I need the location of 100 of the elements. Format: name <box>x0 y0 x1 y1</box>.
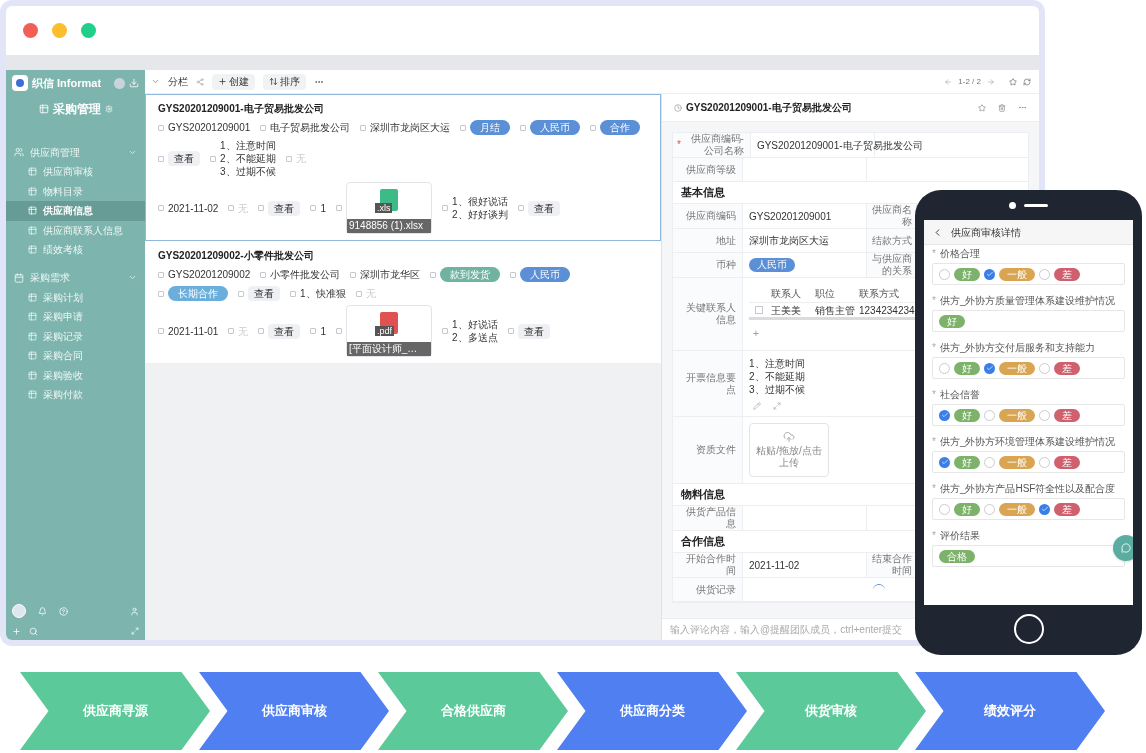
module-icon <box>38 104 49 114</box>
menu-item[interactable]: 供应商联系人信息 <box>6 220 145 240</box>
rating-tag: 一般 <box>999 455 1035 469</box>
menu-item[interactable]: 供应商信息 <box>6 201 145 221</box>
toolbar-button[interactable]: 创建 <box>212 73 255 90</box>
menu-item[interactable]: 采购记录 <box>6 326 145 346</box>
menu-item[interactable]: 采购计划 <box>6 287 145 307</box>
field-icon <box>158 328 164 334</box>
answer-box[interactable]: 好 一般 差 <box>932 263 1125 285</box>
menu-item[interactable]: 绩效考核 <box>6 240 145 260</box>
row-checkbox[interactable] <box>755 306 763 314</box>
view-button[interactable]: 查看 <box>168 151 200 166</box>
file-name: 9148856 (1).xlsx <box>347 219 431 233</box>
star-icon[interactable] <box>1009 77 1017 86</box>
menu-item[interactable]: 采购申请 <box>6 307 145 327</box>
view-button[interactable]: 查看 <box>268 323 301 339</box>
expand-icon[interactable] <box>131 627 139 635</box>
file-thumbnail[interactable]: .pdf [平面设计师_… <box>346 305 432 357</box>
form-label: 供货记录 <box>673 578 743 601</box>
radio-button[interactable] <box>984 409 995 421</box>
menu-item[interactable]: 物料目录 <box>6 181 145 201</box>
field-icon <box>285 155 292 162</box>
radio-button[interactable] <box>939 456 950 468</box>
file-name: [平面设计师_… <box>347 342 431 356</box>
form-label: 开始合作时间 <box>673 553 743 577</box>
status-tag: 款到发货 <box>440 267 501 282</box>
help-icon[interactable] <box>59 606 68 616</box>
user-icon[interactable] <box>130 606 139 616</box>
search-icon[interactable] <box>29 626 38 636</box>
radio-button[interactable] <box>939 362 950 374</box>
add-icon[interactable] <box>12 626 21 636</box>
view-button[interactable]: 查看 <box>248 286 280 301</box>
refresh-icon[interactable] <box>1023 77 1031 86</box>
upload-hint: 粘贴/拖放/点击上传 <box>755 445 823 469</box>
toolbar-button[interactable]: 排序 <box>263 73 306 90</box>
calendar-icon <box>14 272 24 283</box>
arrow-right-icon[interactable] <box>987 77 995 86</box>
radio-button[interactable] <box>984 362 995 374</box>
edit-icon[interactable] <box>753 402 761 410</box>
radio-button[interactable] <box>984 456 995 468</box>
currency-tag: 人民币 <box>749 258 795 272</box>
expand-icon[interactable] <box>773 402 781 410</box>
menu-item[interactable]: 采购付款 <box>6 385 145 405</box>
answer-box[interactable]: 好 一般 差 <box>932 404 1125 426</box>
field-icon <box>336 205 342 211</box>
menu-group[interactable]: 采购需求 <box>6 267 145 288</box>
trash-icon[interactable] <box>998 103 1006 112</box>
avatar-icon[interactable] <box>114 77 125 89</box>
view-label[interactable]: 分栏 <box>168 74 188 89</box>
answer-box[interactable]: 好 一般 差 <box>932 451 1125 473</box>
radio-button[interactable] <box>939 503 950 515</box>
radio-button[interactable] <box>1039 409 1050 421</box>
radio-button[interactable] <box>1039 456 1050 468</box>
home-button[interactable] <box>1013 614 1044 644</box>
menu-item[interactable]: 供应商审核 <box>6 162 145 182</box>
maximize-button[interactable] <box>81 23 96 38</box>
chevron-down-icon[interactable] <box>151 77 160 86</box>
notes-text: 1、注意时间 2、不能延期 3、过期不候 <box>749 357 805 396</box>
radio-button[interactable] <box>939 409 950 421</box>
answer-box[interactable]: 好 一般 差 <box>932 498 1125 520</box>
required-mark: * <box>932 294 936 308</box>
view-button[interactable]: 查看 <box>527 200 560 216</box>
bell-icon[interactable] <box>38 606 47 616</box>
share-icon[interactable] <box>196 77 204 86</box>
radio-button[interactable] <box>1039 503 1050 515</box>
menu-item[interactable]: 采购验收 <box>6 365 145 385</box>
user-avatar[interactable] <box>12 604 26 618</box>
radio-button[interactable] <box>939 268 950 280</box>
field-icon <box>460 124 467 131</box>
table-cell-text: 1234234234 <box>859 303 915 318</box>
answer-box[interactable]: 好 一般 差 <box>932 357 1125 379</box>
check-icon <box>940 411 949 419</box>
menu-item[interactable]: 采购合同 <box>6 346 145 366</box>
file-extension: .xls <box>375 203 393 213</box>
form-label: 结束合作时间 <box>867 553 917 577</box>
form-value: GYS20201209001 <box>749 209 832 224</box>
download-icon[interactable] <box>129 78 139 88</box>
more-icon[interactable] <box>1018 103 1027 112</box>
chat-button[interactable] <box>1113 535 1133 561</box>
view-button[interactable]: 查看 <box>268 200 301 216</box>
rating-tag: 一般 <box>999 408 1035 422</box>
table-icon <box>28 331 37 341</box>
menu-group[interactable]: 供应商管理 <box>6 142 145 162</box>
radio-button[interactable] <box>984 268 995 280</box>
add-row-button[interactable]: + <box>749 326 763 341</box>
answer-box[interactable]: 好 <box>932 310 1125 332</box>
field-icon <box>158 205 164 211</box>
view-button[interactable]: 查看 <box>517 323 550 339</box>
radio-button[interactable] <box>1039 268 1050 280</box>
close-button[interactable] <box>23 23 38 38</box>
record-title: GYS20201209002-小零件批发公司 <box>158 249 315 263</box>
file-thumbnail[interactable]: .xls 9148856 (1).xlsx <box>346 182 432 234</box>
radio-button[interactable] <box>1039 362 1050 374</box>
minimize-button[interactable] <box>52 23 67 38</box>
arrow-left-icon[interactable] <box>944 77 953 86</box>
star-icon[interactable] <box>978 103 986 112</box>
settings-icon[interactable] <box>104 105 113 113</box>
upload-area[interactable]: 粘贴/拖放/点击上传 <box>749 423 829 477</box>
pagination: 1-2 / 2 <box>958 75 981 88</box>
radio-button[interactable] <box>984 503 995 515</box>
